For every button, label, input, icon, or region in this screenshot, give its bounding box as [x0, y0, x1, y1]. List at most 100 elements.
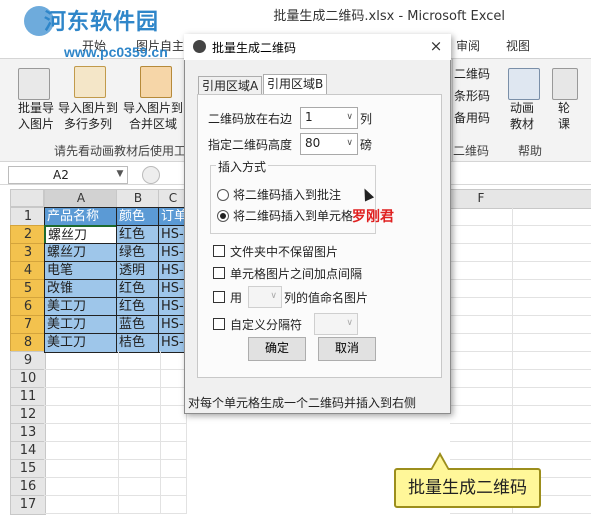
empty-cell[interactable]	[510, 315, 591, 334]
empty-cell[interactable]	[44, 387, 119, 406]
row-header[interactable]: 15	[10, 459, 46, 479]
empty-cell[interactable]	[116, 405, 161, 424]
empty-cell[interactable]	[44, 477, 119, 496]
cut-off-ribbon-button[interactable]: 轮 课	[550, 100, 578, 132]
import-multi-cell-button[interactable]: 导入图片到 多行多列	[54, 100, 122, 132]
row-header[interactable]: 11	[10, 387, 46, 407]
row-header[interactable]: 14	[10, 441, 46, 461]
empty-cell[interactable]	[116, 441, 161, 460]
empty-cell[interactable]	[116, 495, 161, 514]
empty-cell[interactable]	[450, 243, 513, 262]
table-cell[interactable]: 透明	[116, 261, 162, 281]
empty-cell[interactable]	[510, 279, 591, 298]
empty-cell[interactable]	[116, 351, 161, 370]
empty-cell[interactable]	[158, 459, 187, 478]
table-cell[interactable]: 绿色	[116, 243, 162, 263]
table-cell[interactable]: 改锥	[44, 279, 120, 299]
column-header-g[interactable]	[510, 189, 591, 209]
empty-cell[interactable]	[158, 495, 187, 514]
empty-cell[interactable]	[450, 387, 513, 406]
empty-cell[interactable]	[450, 297, 513, 316]
empty-cell[interactable]	[450, 351, 513, 370]
table-cell[interactable]: 螺丝刀	[44, 243, 120, 263]
empty-cell[interactable]	[510, 441, 591, 460]
empty-cell[interactable]	[44, 369, 119, 388]
empty-cell[interactable]	[450, 279, 513, 298]
barcode-item[interactable]: 条形码	[452, 88, 492, 104]
column-header-f[interactable]: F	[450, 189, 512, 209]
empty-cell[interactable]	[44, 459, 119, 478]
row-header[interactable]: 12	[10, 405, 46, 425]
table-cell[interactable]: 桔色	[116, 333, 162, 353]
row-header[interactable]: 10	[10, 369, 46, 389]
empty-cell[interactable]	[116, 423, 161, 442]
row-header[interactable]: 6	[10, 297, 46, 317]
empty-cell[interactable]	[116, 369, 161, 388]
separator-select[interactable]: ∨	[314, 313, 358, 335]
empty-cell[interactable]	[510, 261, 591, 280]
tab-review[interactable]: 审阅	[456, 36, 480, 58]
row-header[interactable]: 7	[10, 315, 46, 335]
empty-cell[interactable]	[44, 495, 119, 514]
table-cell[interactable]: 红色	[116, 279, 162, 299]
empty-cell[interactable]	[158, 423, 187, 442]
placement-select[interactable]: 1 ∨	[300, 107, 358, 129]
insert-cell-radio[interactable]	[217, 210, 229, 222]
ok-button[interactable]: 确定	[248, 337, 306, 361]
tab-view[interactable]: 视图	[506, 36, 530, 58]
animation-tutorial-button[interactable]: 动画 教材	[502, 100, 542, 132]
empty-cell[interactable]	[158, 351, 187, 370]
table-cell[interactable]: 电笔	[44, 261, 120, 281]
empty-cell[interactable]	[450, 225, 513, 244]
empty-cell[interactable]	[158, 477, 187, 496]
row-header[interactable]: 4	[10, 261, 46, 281]
empty-cell[interactable]	[510, 225, 591, 244]
name-box[interactable]: A2	[8, 166, 128, 184]
empty-cell[interactable]	[158, 369, 187, 388]
row-header[interactable]: 2	[10, 225, 46, 245]
empty-cell[interactable]	[450, 405, 513, 424]
dialog-close-button[interactable]: ×	[426, 36, 446, 56]
table-cell[interactable]: 红色	[116, 297, 162, 317]
table-cell[interactable]: 美工刀	[44, 315, 120, 335]
empty-cell[interactable]	[44, 441, 119, 460]
empty-cell[interactable]	[510, 243, 591, 262]
empty-cell[interactable]	[450, 369, 513, 388]
insert-comment-radio[interactable]	[217, 189, 229, 201]
empty-cell[interactable]	[510, 423, 591, 442]
table-header-cell[interactable]: 颜色	[116, 207, 162, 227]
import-merge-area-button[interactable]: 导入图片到 合并区域	[120, 100, 186, 132]
empty-cell[interactable]	[510, 351, 591, 370]
empty-cell[interactable]	[44, 423, 119, 442]
row-header[interactable]: 17	[10, 495, 46, 515]
empty-cell[interactable]	[510, 405, 591, 424]
image-spacing-checkbox[interactable]	[213, 267, 225, 279]
select-all-corner[interactable]	[10, 189, 44, 207]
empty-cell[interactable]	[450, 261, 513, 280]
row-header[interactable]: 9	[10, 351, 46, 371]
table-cell[interactable]: 美工刀	[44, 333, 120, 353]
empty-cell[interactable]	[510, 333, 591, 352]
backup-code-item[interactable]: 备用码	[452, 110, 492, 126]
table-cell[interactable]: 红色	[116, 225, 162, 245]
height-select[interactable]: 80 ∨	[300, 133, 358, 155]
empty-cell[interactable]	[158, 405, 187, 424]
empty-cell[interactable]	[450, 441, 513, 460]
cancel-button[interactable]: 取消	[318, 337, 376, 361]
table-cell[interactable]: 蓝色	[116, 315, 162, 335]
empty-cell[interactable]	[510, 297, 591, 316]
row-header[interactable]: 13	[10, 423, 46, 443]
empty-cell[interactable]	[450, 333, 513, 352]
name-by-column-checkbox[interactable]	[213, 291, 225, 303]
empty-cell[interactable]	[44, 351, 119, 370]
empty-cell[interactable]	[116, 477, 161, 496]
row-header[interactable]: 16	[10, 477, 46, 497]
row-header[interactable]: 1	[10, 207, 46, 227]
table-header-cell[interactable]: 产品名称	[44, 207, 120, 227]
empty-cell[interactable]	[510, 207, 591, 226]
table-cell[interactable]: 美工刀	[44, 297, 120, 317]
custom-separator-checkbox[interactable]	[213, 318, 225, 330]
formula-function-icon[interactable]	[142, 166, 160, 184]
name-column-select[interactable]: ∨	[248, 286, 282, 308]
name-box-dropdown-icon[interactable]: ▼	[112, 166, 128, 184]
